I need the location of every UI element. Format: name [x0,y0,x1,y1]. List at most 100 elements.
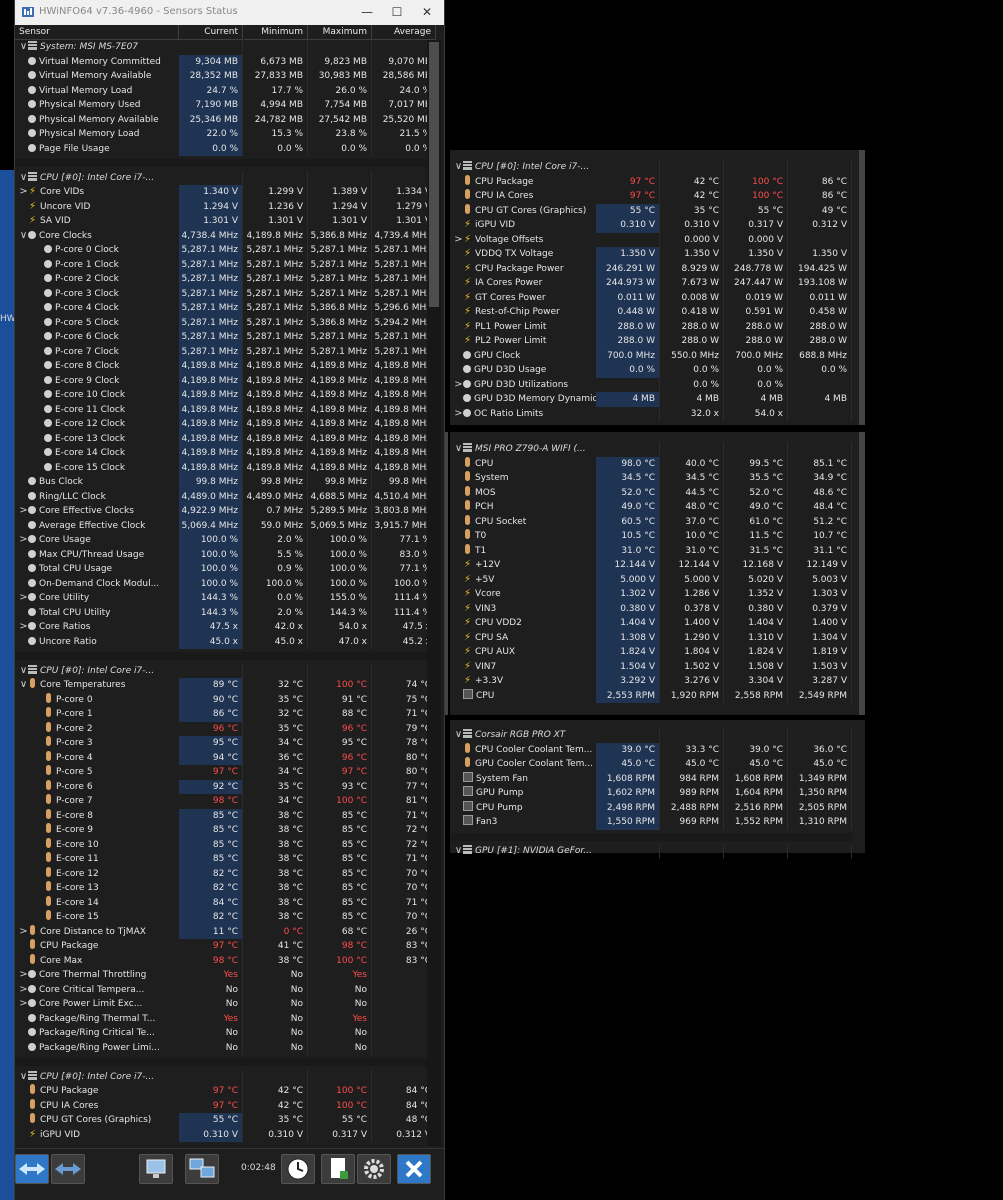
expand-chevron-icon[interactable]: > [19,997,28,1012]
expand-chevron-icon[interactable]: > [19,591,28,606]
expand-chevron-icon[interactable]: > [454,233,463,248]
sensor-row[interactable]: GPU Clock 700.0 MHz 550.0 MHz 700.0 MHz 688.… [450,348,852,363]
sensor-row[interactable]: E-core 11 85 °C 38 °C 85 °C 71 °C [15,852,436,867]
sensor-row[interactable]: GPU D3D Usage 0.0 % 0.0 % 0.0 % 0.0 % [450,363,852,378]
sensor-row[interactable]: ⚡ IA Cores Power 244.973 W 7.673 W 247.447 W… [450,276,852,291]
sensor-row[interactable]: ⚡ CPU Package Power 246.291 W 8.929 W 248.77… [450,261,852,276]
sensor-row[interactable]: E-core 15 Clock 4,189.8 MHz 4,189.8 MHz 4,1… [15,460,436,475]
sensor-row[interactable]: E-core 9 85 °C 38 °C 85 °C 72 °C [15,823,436,838]
sensor-group-header[interactable]: ∨ CPU [#0]: Intel Core i7-... [450,160,852,175]
sensor-row[interactable]: P-core 1 86 °C 32 °C 88 °C 71 °C [15,707,436,722]
sensor-row[interactable]: E-core 12 82 °C 38 °C 85 °C 70 °C [15,866,436,881]
expand-chevron-icon[interactable]: > [19,968,28,983]
sensor-row[interactable]: ∨ Core Clocks 4,738.4 MHz 4,189.8 MHz 5,386.… [15,228,436,243]
expand-chevron-icon[interactable]: > [19,620,28,635]
expand-chevron-icon[interactable]: > [19,185,28,200]
sensor-row[interactable]: Package/Ring Critical Te... No No No [15,1026,436,1041]
sensor-row[interactable]: E-core 13 82 °C 38 °C 85 °C 70 °C [15,881,436,896]
collapse-chevron-icon[interactable]: ∨ [19,40,28,55]
clock-button[interactable] [281,1154,315,1184]
sensor-row[interactable]: P-core 3 95 °C 34 °C 95 °C 78 °C [15,736,436,751]
sensor-row[interactable]: P-core 6 Clock 5,287.1 MHz 5,287.1 MHz 5,28… [15,330,436,345]
sensor-row[interactable]: > Core Distance to TjMAX 11 °C 0 °C 68 °C 26 … [15,924,436,940]
network-button[interactable] [139,1154,173,1184]
expand-chevron-icon[interactable]: > [19,925,28,940]
sensor-group-header[interactable]: ∨ CPU [#0]: Intel Core i7-... [15,663,436,678]
sensor-row[interactable]: Package/Ring Thermal T... Yes No Yes [15,1011,436,1026]
minimize-button[interactable]: — [353,3,381,21]
sensor-row[interactable]: ⚡ iGPU VID 0.310 V 0.310 V 0.317 V 0.312 V [15,1127,436,1142]
sensor-group-header[interactable]: ∨ MSI PRO Z790-A WIFI (... [450,442,852,457]
sensor-row[interactable]: CPU GT Cores (Graphics) 55 °C 35 °C 55 °C 49… [450,203,852,218]
settings-button[interactable] [357,1154,391,1184]
sensor-row[interactable]: P-core 1 Clock 5,287.1 MHz 5,287.1 MHz 5,28… [15,257,436,272]
sensor-row[interactable]: Page File Usage 0.0 % 0.0 % 0.0 % 0.0 % [15,141,436,156]
sensor-row[interactable]: System 34.5 °C 34.5 °C 35.5 °C 34.9 °C [450,471,852,486]
sensor-row[interactable]: E-core 14 84 °C 38 °C 85 °C 71 °C [15,895,436,910]
sensor-row[interactable]: CPU GT Cores (Graphics) 55 °C 35 °C 55 °C 48… [15,1113,436,1128]
sensor-row[interactable]: ⚡ VIN3 0.380 V 0.378 V 0.380 V 0.379 V [450,601,852,616]
sensor-row[interactable]: GPU Cooler Coolant Tem... 45.0 °C 45.0 °C 4… [450,757,852,772]
sensor-row[interactable]: >⚡ Voltage Offsets 0.000 V 0.000 V [450,232,852,248]
title-bar[interactable]: HWiNFO64 v7.36-4960 - Sensors Status — ☐… [15,0,444,25]
sensor-row[interactable]: Ring/LLC Clock 4,489.0 MHz 4,489.0 MHz 4,68… [15,489,436,504]
sensor-row[interactable]: ⚡ PL1 Power Limit 288.0 W 288.0 W 288.0 W 288… [450,319,852,334]
sensor-row[interactable]: ⚡ iGPU VID 0.310 V 0.310 V 0.317 V 0.312 V [450,218,852,233]
sensor-row[interactable]: CPU Cooler Coolant Tem... 39.0 °C 33.3 °C 3… [450,742,852,757]
sensor-row[interactable]: T1 31.0 °C 31.0 °C 31.5 °C 31.1 °C [450,543,852,558]
sensor-row[interactable]: ⚡ +5V 5.000 V 5.000 V 5.020 V 5.003 V [450,572,852,587]
sensor-row[interactable]: P-core 5 97 °C 34 °C 97 °C 80 °C [15,765,436,780]
collapse-chevron-icon[interactable]: ∨ [19,171,28,186]
collapse-chevron-icon[interactable]: ∨ [454,844,463,859]
sensor-row[interactable]: Bus Clock 99.8 MHz 99.8 MHz 99.8 MHz 99.8 MH… [15,475,436,490]
sensor-row[interactable]: Total CPU Usage 100.0 % 0.9 % 100.0 % 77.1 % [15,562,436,577]
expand-chevron-icon[interactable]: > [454,407,463,422]
sensor-row[interactable]: On-Demand Clock Modul... 100.0 % 100.0 % 10… [15,576,436,591]
sensor-group-header[interactable]: ∨ GPU [#1]: NVIDIA GeFor... [450,844,852,859]
sensor-row[interactable]: Fan3 1,550 RPM 969 RPM 1,552 RPM 1,310 RPM [450,815,852,830]
sensor-row[interactable]: > Core Thermal Throttling Yes No Yes [15,968,436,983]
navigate-left-right-button[interactable] [15,1154,49,1184]
sensor-row[interactable]: P-core 7 98 °C 34 °C 100 °C 81 °C [15,794,436,809]
sensor-row[interactable]: CPU Socket 60.5 °C 37.0 °C 61.0 °C 51.2 °C [450,514,852,529]
sensor-row[interactable]: P-core 2 96 °C 35 °C 96 °C 79 °C [15,721,436,736]
sensor-row[interactable]: ⚡ VDDQ TX Voltage 1.350 V 1.350 V 1.350 V 1.3… [450,247,852,262]
sensor-row[interactable]: Average Effective Clock 5,069.4 MHz 59.0 M… [15,518,436,533]
close-sensors-button[interactable] [397,1154,431,1184]
sensor-row[interactable]: Package/Ring Power Limi... No No No [15,1040,436,1055]
sensor-row[interactable]: > Core Usage 100.0 % 2.0 % 100.0 % 77.1 % [15,533,436,548]
collapse-chevron-icon[interactable]: ∨ [454,160,463,175]
sensor-row[interactable]: P-core 4 94 °C 36 °C 96 °C 80 °C [15,750,436,765]
sensor-row[interactable]: P-core 0 90 °C 35 °C 91 °C 75 °C [15,692,436,707]
sensor-row[interactable]: ⚡ Rest-of-Chip Power 0.448 W 0.418 W 0.591 W… [450,305,852,320]
sensor-group-header[interactable]: ∨ Corsair RGB PRO XT [450,728,852,743]
sensor-row[interactable]: CPU Package 97 °C 42 °C 100 °C 84 °C [15,1084,436,1099]
monitors-button[interactable] [185,1154,219,1184]
sensor-row[interactable]: CPU 98.0 °C 40.0 °C 99.5 °C 85.1 °C [450,456,852,471]
column-header-average[interactable]: Average [372,25,436,40]
sensor-row[interactable]: ⚡ +12V 12.144 V 12.144 V 12.168 V 12.149 V [450,558,852,573]
sensor-row[interactable]: E-core 14 Clock 4,189.8 MHz 4,189.8 MHz 4,1… [15,446,436,461]
maximize-button[interactable]: ☐ [383,3,411,21]
sensor-row[interactable]: > Core Power Limit Exc... No No No [15,997,436,1012]
sensor-row[interactable]: MOS 52.0 °C 44.5 °C 52.0 °C 48.6 °C [450,485,852,500]
sensor-row[interactable]: Total CPU Utility 144.3 % 2.0 % 144.3 % 111.… [15,605,436,620]
sensor-row[interactable]: E-core 9 Clock 4,189.8 MHz 4,189.8 MHz 4,18… [15,373,436,388]
sensor-row[interactable]: ⚡ PL2 Power Limit 288.0 W 288.0 W 288.0 W 288… [450,334,852,349]
sensor-row[interactable]: ⚡ +3.3V 3.292 V 3.276 V 3.304 V 3.287 V [450,674,852,689]
collapse-chevron-icon[interactable]: ∨ [19,1070,28,1085]
sensor-row[interactable]: Virtual Memory Load 24.7 % 17.7 % 26.0 % 24.… [15,83,436,98]
sensor-row[interactable]: > GPU D3D Utilizations 0.0 % 0.0 % [450,377,852,392]
sensor-row[interactable]: > OC Ratio Limits 32.0 x 54.0 x [450,406,852,422]
sensor-row[interactable]: GPU Pump 1,602 RPM 989 RPM 1,604 RPM 1,350 R… [450,786,852,801]
sensor-row[interactable]: > Core Utility 144.3 % 0.0 % 155.0 % 111.4 % [15,591,436,606]
sensor-row[interactable]: CPU IA Cores 97 °C 42 °C 100 °C 86 °C [450,189,852,204]
sensor-row[interactable]: > Core Effective Clocks 4,922.9 MHz 0.7 MHz… [15,504,436,519]
sensor-row[interactable]: P-core 3 Clock 5,287.1 MHz 5,287.1 MHz 5,28… [15,286,436,301]
sensor-row[interactable]: T0 10.5 °C 10.0 °C 11.5 °C 10.7 °C [450,529,852,544]
sensor-group-header[interactable]: ∨ CPU [#0]: Intel Core i7-... [15,170,436,186]
sensor-row[interactable]: Physical Memory Used 7,190 MB 4,994 MB 7,75… [15,98,436,113]
sensor-row[interactable]: PCH 49.0 °C 48.0 °C 49.0 °C 48.4 °C [450,500,852,515]
sensor-row[interactable]: ⚡ Uncore VID 1.294 V 1.236 V 1.294 V 1.279 V [15,199,436,214]
sensor-row[interactable]: P-core 0 Clock 5,287.1 MHz 5,287.1 MHz 5,28… [15,243,436,258]
